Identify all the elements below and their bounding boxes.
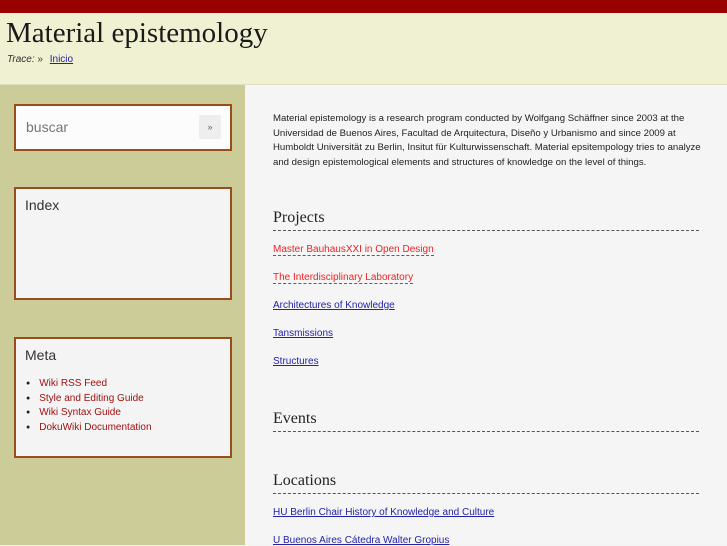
location-link[interactable]: HU Berlin Chair History of Knowledge and… bbox=[273, 507, 494, 518]
meta-title: Meta bbox=[25, 347, 57, 363]
search-button[interactable]: » bbox=[199, 115, 221, 139]
events-heading: Events bbox=[273, 410, 699, 432]
intro-text: Material epistemology is a research prog… bbox=[273, 113, 701, 168]
page-title: Material epistemology bbox=[6, 17, 268, 49]
header: Material epistemology Trace: » Inicio bbox=[0, 13, 727, 85]
top-bar bbox=[0, 0, 727, 13]
trace-separator: » bbox=[37, 54, 43, 65]
meta-link-syntax-guide[interactable]: Wiki Syntax Guide bbox=[26, 406, 152, 421]
meta-link-rss[interactable]: Wiki RSS Feed bbox=[26, 377, 152, 392]
breadcrumb-inicio[interactable]: Inicio bbox=[50, 54, 73, 65]
meta-link-style-guide[interactable]: Style and Editing Guide bbox=[26, 392, 152, 407]
breadcrumb: Trace: » Inicio bbox=[7, 54, 73, 65]
meta-box: Meta Wiki RSS Feed Style and Editing Gui… bbox=[14, 337, 232, 458]
meta-link-dokuwiki-docs[interactable]: DokuWiki Documentation bbox=[26, 421, 151, 436]
sidebar: » Index Meta Wiki RSS Feed Style and Edi… bbox=[0, 85, 245, 545]
index-title: Index bbox=[25, 197, 60, 213]
search-box: » bbox=[14, 104, 232, 151]
locations-heading: Locations bbox=[273, 472, 699, 494]
main-content: Material epistemology is a research prog… bbox=[245, 85, 727, 546]
project-link[interactable]: Master BauhausXXI in Open Design bbox=[273, 244, 434, 256]
project-link[interactable]: Architectures of Knowledge bbox=[273, 300, 395, 311]
project-link[interactable]: Tansmissions bbox=[273, 328, 333, 339]
trace-label: Trace: bbox=[7, 54, 35, 65]
location-link[interactable]: U Buenos Aires Cátedra Walter Gropius bbox=[273, 535, 449, 546]
search-input[interactable] bbox=[26, 119, 186, 135]
index-box: Index bbox=[14, 187, 232, 300]
project-link[interactable]: The Interdisciplinary Laboratory bbox=[273, 272, 414, 284]
project-link[interactable]: Structures bbox=[273, 356, 319, 367]
projects-heading: Projects bbox=[273, 209, 699, 231]
